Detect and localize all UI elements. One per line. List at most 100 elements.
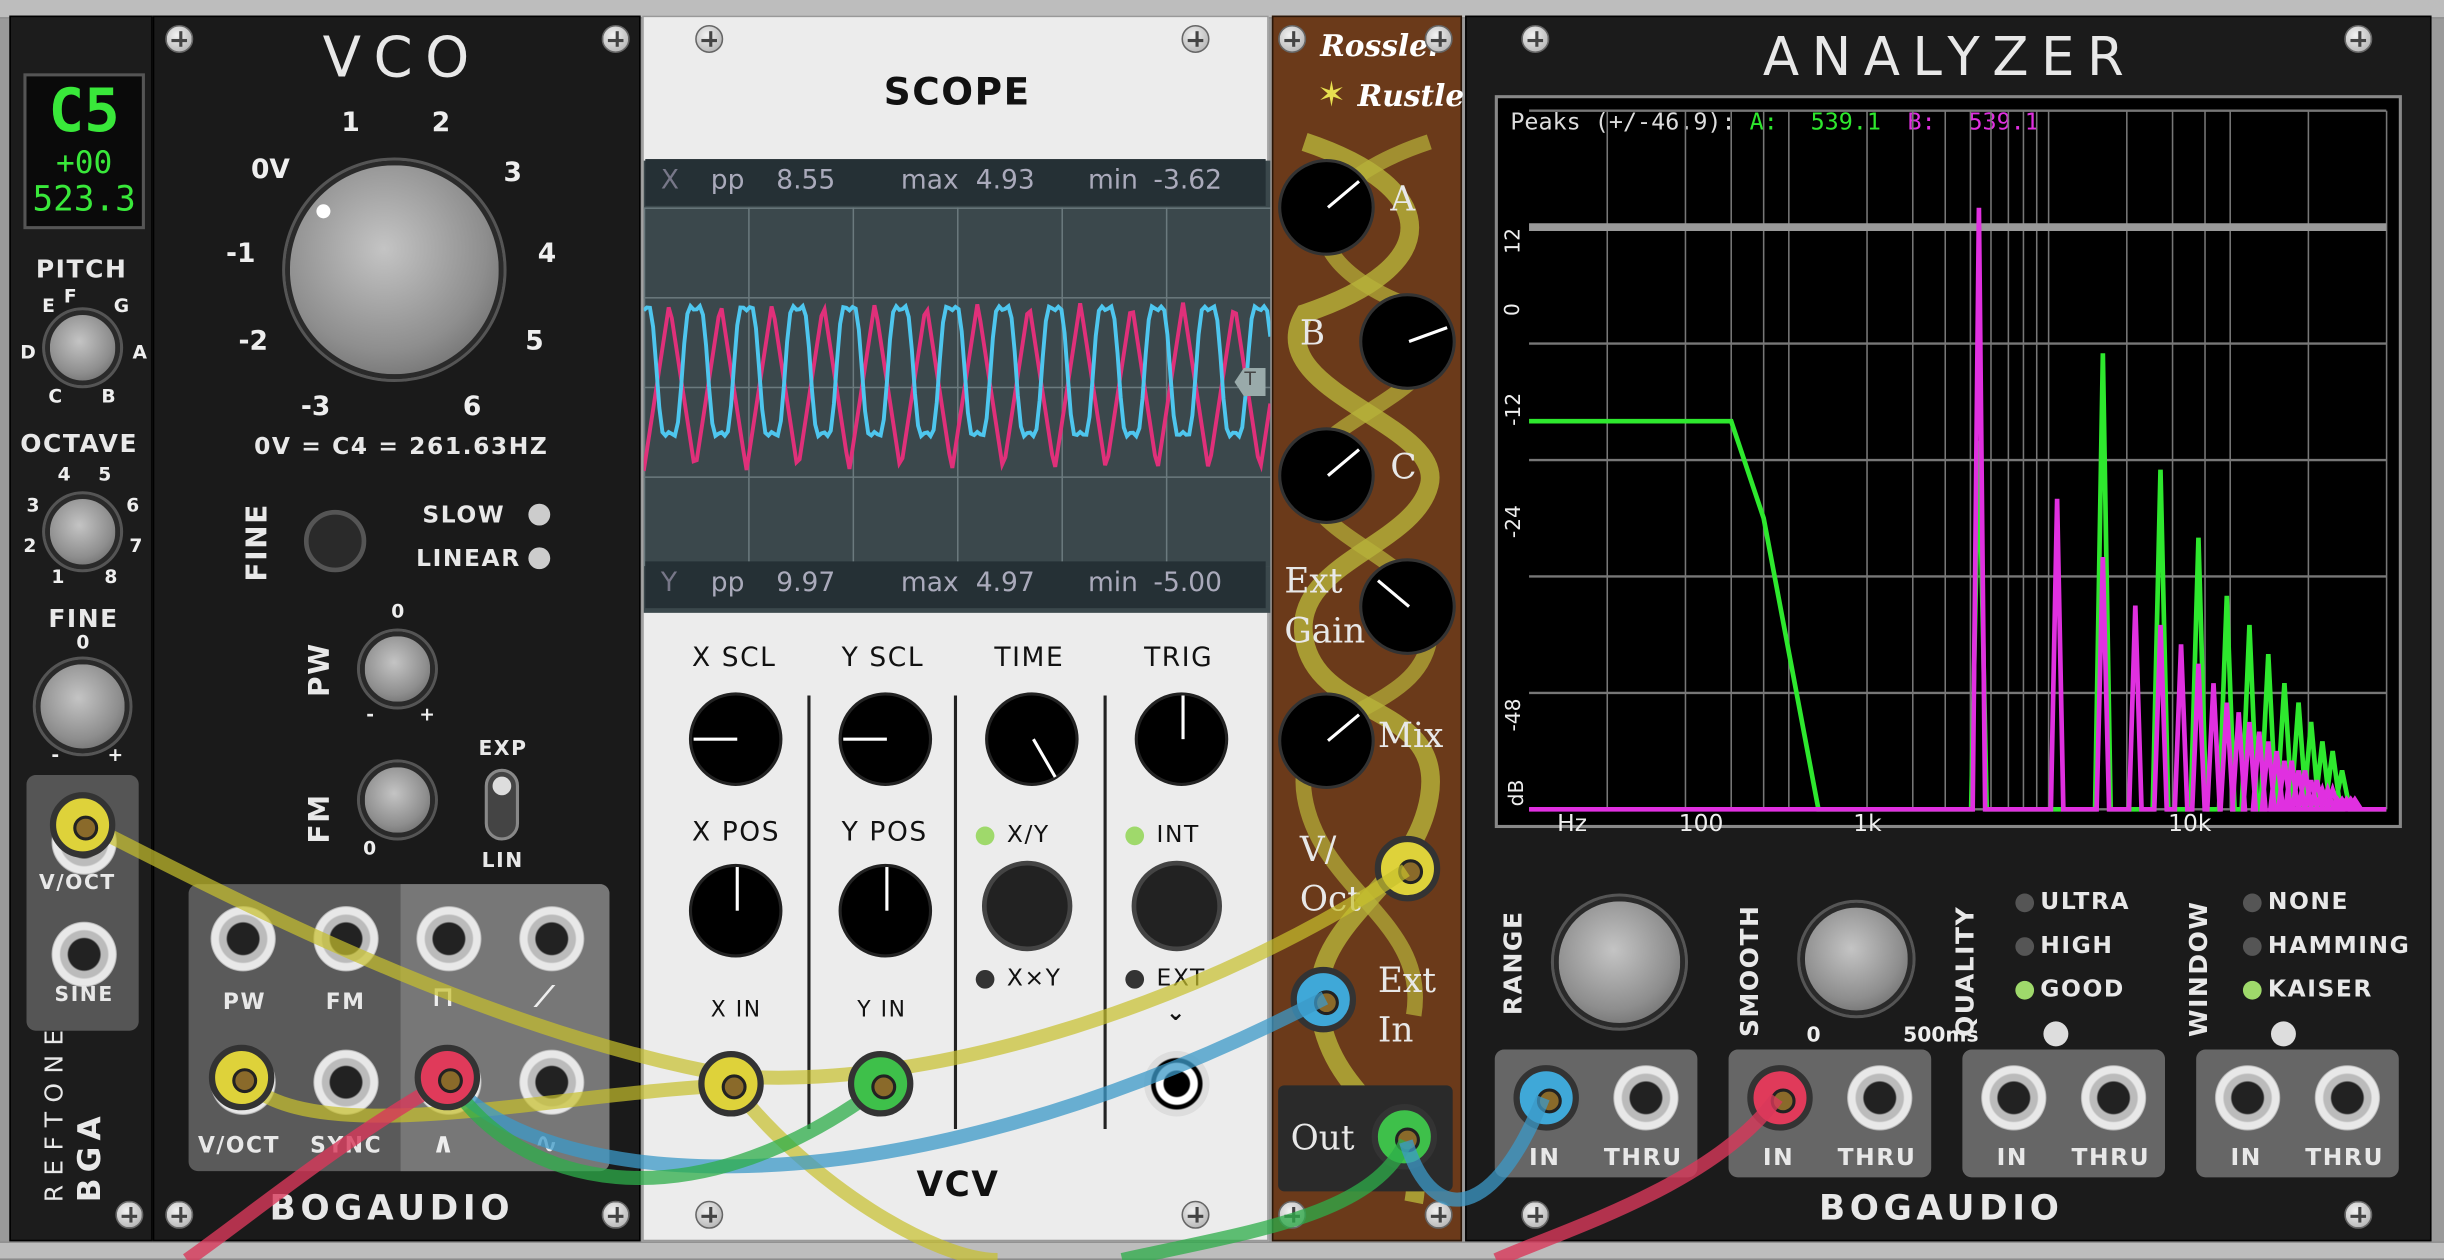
x-max-label: max [900, 165, 959, 197]
screw-icon [115, 1200, 144, 1229]
x-in-jack[interactable] [698, 1051, 764, 1117]
sine-label: SINE [54, 983, 114, 1008]
pitch-note-b: B [101, 385, 116, 408]
screw-icon [1521, 24, 1550, 54]
note-cents: +00 [56, 143, 113, 181]
channel-a-in-jack[interactable] [1513, 1065, 1579, 1131]
trig-knob[interactable] [1134, 692, 1229, 786]
rossler-ext-in-label: Ext In [1377, 962, 1437, 1052]
square-out-jack[interactable] [416, 906, 482, 972]
c-knob[interactable] [1278, 427, 1375, 524]
sync-jack[interactable] [313, 1049, 379, 1115]
window-label: WINDOW [2183, 900, 2214, 1038]
freq-tick-1k: 1k [1853, 809, 1882, 838]
reftone-fine-plus: + [107, 743, 124, 766]
a-label: A [1390, 180, 1417, 220]
pw-cv-jack[interactable] [210, 906, 276, 972]
rossler-out-jack[interactable] [1371, 1104, 1438, 1170]
pw-plus: + [419, 703, 435, 726]
smooth-knob[interactable] [1800, 902, 1913, 1016]
sine-vco-out-jack[interactable] [519, 1049, 585, 1115]
octave-4: 4 [57, 463, 71, 485]
cable-plug-yellow[interactable] [49, 792, 116, 858]
rossler-out-label: Out [1290, 1119, 1355, 1159]
pw-zero: 0 [391, 600, 405, 623]
x-scl-knob[interactable] [688, 692, 783, 786]
rossler-voct-jack[interactable] [1374, 835, 1441, 902]
y-in-jack[interactable] [847, 1051, 914, 1117]
window-none-led[interactable] [2242, 893, 2262, 913]
reftone-fine-zero: 0 [76, 631, 90, 654]
ext-gain-knob[interactable] [1359, 558, 1456, 655]
quality-high-led[interactable] [2015, 937, 2035, 956]
x-pp-label: pp [710, 165, 745, 197]
scope-traces [643, 302, 1271, 473]
window-kaiser-label: KAISER [2267, 974, 2373, 1003]
a-knob[interactable] [1278, 159, 1375, 256]
quality-button[interactable] [2043, 1021, 2069, 1047]
sine-out-jack[interactable] [51, 921, 117, 988]
freq-scale-neg3: -3 [300, 391, 331, 423]
range-knob[interactable] [1553, 896, 1685, 1028]
freq-scale-neg2: -2 [238, 325, 268, 358]
channel-a-thru-jack[interactable] [1613, 1065, 1679, 1131]
x-min-value: -3.62 [1153, 165, 1222, 197]
octave-label: OCTAVE [20, 428, 139, 459]
xy-mode-button[interactable] [981, 860, 1073, 952]
mix-knob[interactable] [1278, 692, 1375, 790]
x-in-label: X IN [710, 998, 762, 1023]
time-knob[interactable] [985, 692, 1079, 786]
db-tick-neg12: -12 [1502, 392, 1527, 426]
pitch-note-f: F [63, 285, 77, 308]
x-pos-knob[interactable] [688, 863, 783, 958]
b-knob[interactable] [1359, 293, 1456, 390]
saw-out-jack[interactable] [519, 906, 585, 972]
channel-c-thru-jack[interactable] [2080, 1065, 2147, 1131]
ext-trigger-jack[interactable] [1144, 1051, 1210, 1117]
reftone-fine-knob[interactable] [35, 659, 130, 754]
trigger-source-button[interactable] [1131, 860, 1222, 952]
slow-toggle[interactable] [528, 503, 551, 526]
int-trigger-led [1125, 826, 1145, 846]
exp-lin-switch[interactable] [484, 768, 520, 841]
cable-plug-red[interactable] [414, 1044, 481, 1111]
fm-cv-jack[interactable] [313, 906, 379, 972]
bottom-rail [0, 1241, 2444, 1260]
reftone-module: C5 +00 523.3 PITCH E F G D A C B OCTAVE … [9, 15, 153, 1242]
freq-scale-0v: 0V [250, 154, 290, 186]
fm-knob[interactable] [360, 762, 435, 838]
channel-b-thru-jack[interactable] [1847, 1065, 1913, 1131]
octave-2: 2 [23, 534, 37, 557]
freq-tick-10k: 10k [2168, 809, 2212, 838]
range-label: RANGE [1497, 910, 1528, 1016]
rack: C5 +00 523.3 PITCH E F G D A C B OCTAVE … [0, 0, 2444, 1260]
vco-fine-label: FINE [241, 503, 275, 582]
screw-icon [1181, 24, 1210, 54]
channel-b-in-jack[interactable] [1747, 1065, 1813, 1131]
rossler-ext-in-jack[interactable] [1290, 966, 1357, 1033]
frequency-knob[interactable] [285, 160, 504, 379]
octave-knob[interactable] [45, 494, 121, 570]
db-tick-0: 0 [1502, 303, 1526, 316]
window-hamming-led[interactable] [2242, 937, 2262, 956]
square-wave-icon: ⊓ [431, 980, 455, 1014]
fm-zero: 0 [363, 837, 377, 860]
ext-trigger-led [1125, 969, 1145, 989]
channel-d-thru-jack[interactable] [2314, 1065, 2381, 1131]
linear-toggle[interactable] [528, 547, 551, 570]
y-scl-knob[interactable] [838, 692, 933, 786]
pw-knob[interactable] [360, 631, 435, 707]
channel-d-in-jack[interactable] [2214, 1065, 2281, 1131]
smooth-min: 0 [1806, 1024, 1821, 1048]
y-min-value: -5.00 [1153, 567, 1222, 599]
channel-c-in-jack[interactable] [1981, 1065, 2047, 1131]
bga-brand: BGA [70, 1110, 108, 1203]
window-kaiser-led[interactable] [2242, 980, 2262, 1000]
y-pos-knob[interactable] [838, 863, 933, 958]
quality-ultra-led[interactable] [2015, 893, 2035, 913]
pitch-knob[interactable] [45, 310, 121, 386]
window-button[interactable] [2270, 1021, 2296, 1047]
vco-fine-knob[interactable] [303, 509, 367, 573]
cable-plug-yellow[interactable] [208, 1044, 275, 1111]
quality-good-led[interactable] [2015, 980, 2035, 1000]
